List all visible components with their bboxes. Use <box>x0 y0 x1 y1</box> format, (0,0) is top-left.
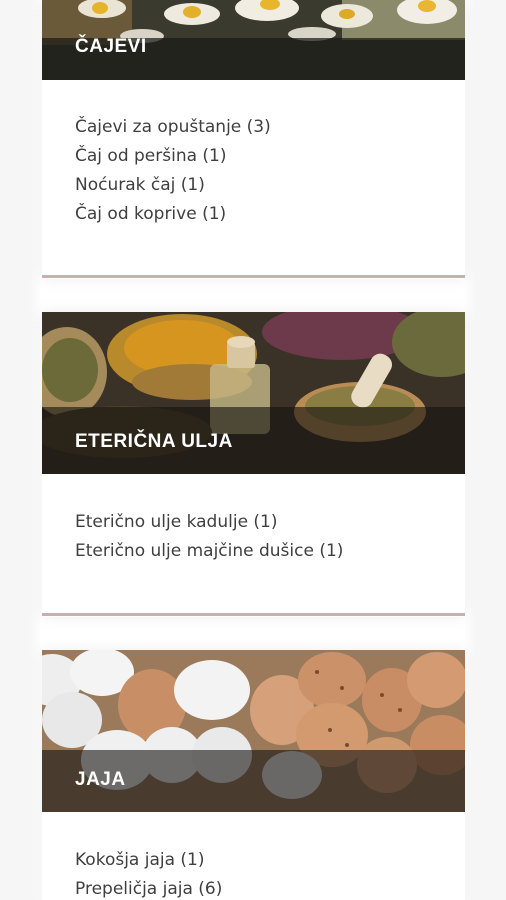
subcategory-link[interactable]: Noćurak čaj (1) <box>75 171 271 200</box>
category-card-jaja: JAJA Kokošja jaja (1) Prepeličja jaja (6… <box>42 650 465 900</box>
category-title: ETERIČNA ULJA <box>75 431 233 452</box>
subcategory-link[interactable]: Eterično ulje majčine dušice (1) <box>75 537 343 566</box>
category-card-cajevi: ČAJEVI Čajevi za opuštanje (3) Čaj od pe… <box>42 0 465 279</box>
category-title: ČAJEVI <box>75 36 147 57</box>
subcategory-list: Čajevi za opuštanje (3) Čaj od peršina (… <box>75 113 271 229</box>
category-banner-cajevi[interactable]: ČAJEVI <box>42 0 465 80</box>
category-banner-etericna-ulja[interactable]: ETERIČNA ULJA <box>42 312 465 474</box>
category-title: JAJA <box>75 769 126 790</box>
category-card-etericna-ulja: ETERIČNA ULJA Eterično ulje kadulje (1) … <box>42 312 465 617</box>
card-divider <box>42 613 465 616</box>
subcategory-list: Kokošja jaja (1) Prepeličja jaja (6) <box>75 846 222 900</box>
subcategory-link[interactable]: Eterično ulje kadulje (1) <box>75 508 343 537</box>
subcategory-link[interactable]: Prepeličja jaja (6) <box>75 875 222 900</box>
category-page: ČAJEVI Čajevi za opuštanje (3) Čaj od pe… <box>0 0 506 900</box>
subcategory-link[interactable]: Čajevi za opuštanje (3) <box>75 113 271 142</box>
subcategory-list: Eterično ulje kadulje (1) Eterično ulje … <box>75 508 343 566</box>
subcategory-link[interactable]: Čaj od peršina (1) <box>75 142 271 171</box>
card-divider <box>42 275 465 278</box>
category-banner-jaja[interactable]: JAJA <box>42 650 465 812</box>
subcategory-link[interactable]: Kokošja jaja (1) <box>75 846 222 875</box>
subcategory-link[interactable]: Čaj od koprive (1) <box>75 200 271 229</box>
